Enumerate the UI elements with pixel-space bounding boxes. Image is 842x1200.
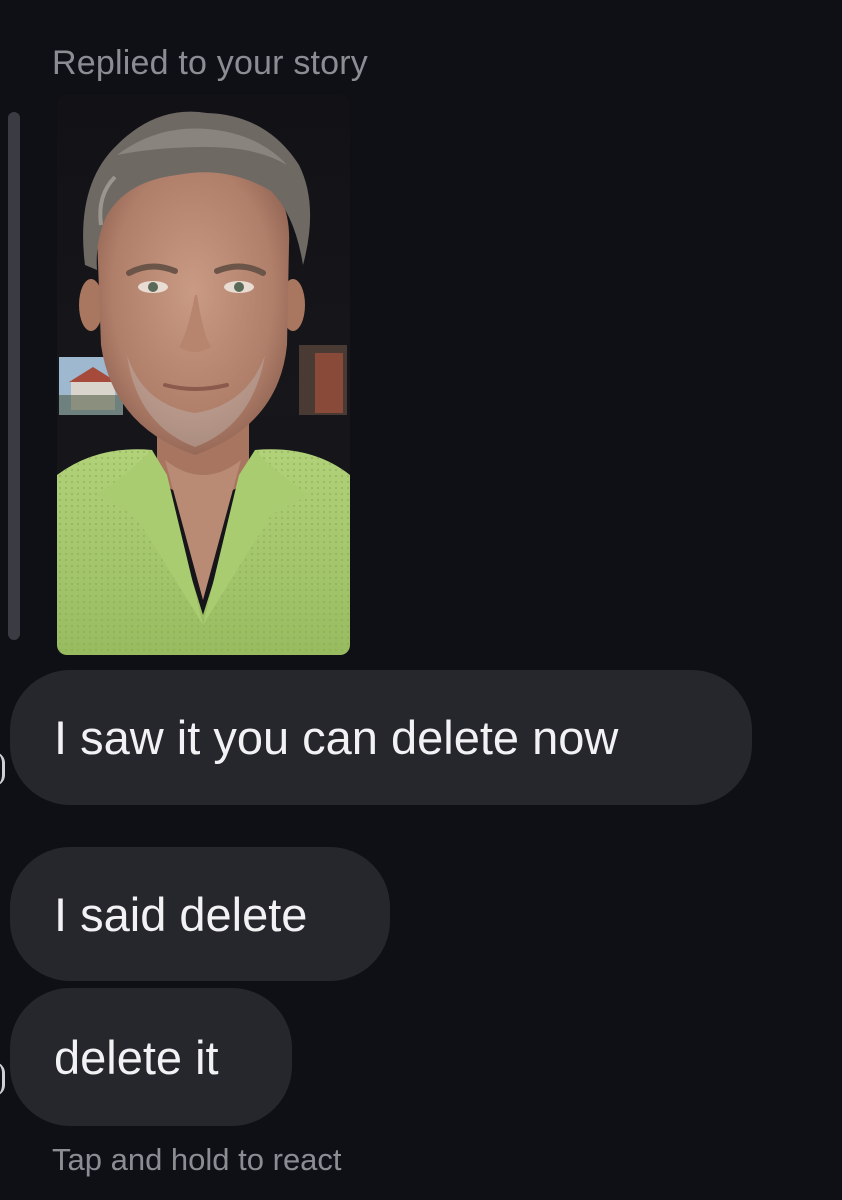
message-text: I saw it you can delete now bbox=[54, 711, 619, 764]
react-hint: Tap and hold to react bbox=[52, 1142, 342, 1177]
message-text: delete it bbox=[54, 1030, 219, 1084]
reply-indicator-bar bbox=[8, 112, 20, 640]
story-selfie-image bbox=[57, 95, 350, 655]
sender-edge-marker bbox=[0, 1062, 5, 1096]
sender-edge-marker bbox=[0, 752, 5, 786]
message-text: I said delete bbox=[54, 887, 308, 941]
story-preview-card[interactable] bbox=[57, 95, 350, 655]
message-bubble[interactable]: delete it bbox=[10, 988, 292, 1126]
message-bubble[interactable]: I said delete bbox=[10, 847, 390, 981]
reply-context-label: Replied to your story bbox=[52, 44, 369, 82]
message-bubble[interactable]: I saw it you can delete now bbox=[10, 670, 752, 805]
